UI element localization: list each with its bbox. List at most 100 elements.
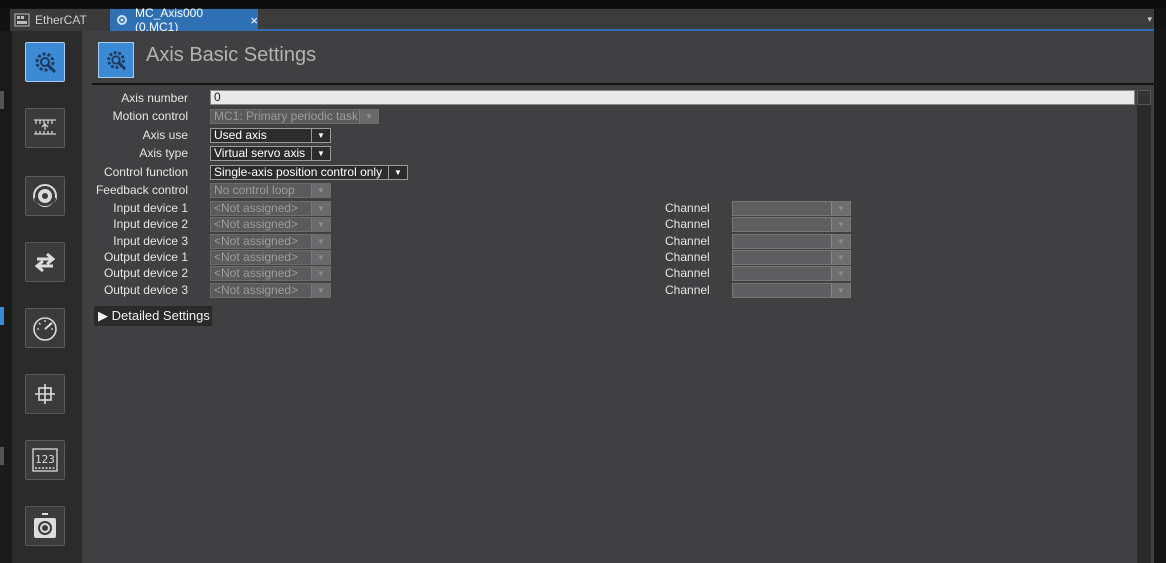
tab-label: EtherCAT bbox=[35, 13, 87, 27]
combo-value bbox=[733, 284, 831, 297]
combo-value: Virtual servo axis bbox=[214, 147, 306, 160]
axis-basic-settings-button[interactable] bbox=[25, 42, 65, 82]
output-device-1-select: <Not assigned> ▼ bbox=[210, 250, 331, 265]
chevron-down-icon[interactable]: ▼ bbox=[311, 129, 330, 142]
input-device-2-label: Input device 2 bbox=[113, 217, 188, 231]
right-edge-panel bbox=[1154, 31, 1166, 563]
other-operation-icon bbox=[34, 252, 56, 273]
position-count-settings-button[interactable] bbox=[25, 374, 65, 414]
combo-value: <Not assigned> bbox=[214, 235, 299, 248]
combo-value: <Not assigned> bbox=[214, 284, 299, 297]
settings-category-rail: 123 bbox=[12, 31, 82, 563]
axis-gear-icon bbox=[114, 13, 130, 27]
axis-settings-icon bbox=[35, 52, 57, 74]
axis-settings-header-icon bbox=[98, 42, 134, 78]
input-device-1-select: <Not assigned> ▼ bbox=[210, 201, 331, 216]
output-device-2-select: <Not assigned> ▼ bbox=[210, 266, 331, 281]
combo-value bbox=[733, 202, 831, 215]
input-device-2-select: <Not assigned> ▼ bbox=[210, 217, 331, 232]
input-device-2-channel-select: ▼ bbox=[732, 217, 851, 232]
axis-settings-panel: Axis Basic Settings Axis number 0 Motion… bbox=[82, 31, 1154, 563]
output-device-1-label: Output device 1 bbox=[103, 250, 188, 264]
chevron-down-icon[interactable]: ▼ bbox=[388, 166, 407, 179]
input-device-1-channel-label: Channel bbox=[665, 201, 710, 215]
chevron-down-icon: ▼ bbox=[311, 251, 330, 264]
output-device-3-channel-label: Channel bbox=[665, 283, 710, 297]
chevron-down-icon: ▼ bbox=[831, 267, 850, 280]
motion-control-select: MC1: Primary periodic task ▼ bbox=[210, 109, 379, 124]
combo-value bbox=[733, 218, 831, 231]
input-device-3-label: Input device 3 bbox=[113, 234, 188, 248]
control-function-select[interactable]: Single-axis position control only ▼ bbox=[210, 165, 408, 180]
document-tab-bar: EtherCAT MC_Axis000 (0,MC1) × ▾ bbox=[0, 0, 1166, 34]
motion-control-label: Motion control bbox=[112, 109, 188, 123]
operation-settings-button[interactable] bbox=[25, 176, 65, 216]
svg-text:123: 123 bbox=[35, 453, 55, 466]
combo-value bbox=[733, 267, 831, 280]
limit-settings-button[interactable] bbox=[25, 308, 65, 348]
chevron-down-icon: ▼ bbox=[311, 218, 330, 231]
combo-value: MC1: Primary periodic task bbox=[214, 110, 359, 123]
output-device-3-label: Output device 3 bbox=[103, 283, 188, 297]
scrollbar-up-button[interactable] bbox=[1137, 90, 1151, 105]
chevron-down-icon: ▼ bbox=[311, 202, 330, 215]
other-operation-settings-button[interactable] bbox=[25, 242, 65, 282]
output-device-2-channel-label: Channel bbox=[665, 266, 710, 280]
input-device-2-channel-label: Channel bbox=[665, 217, 710, 231]
combo-value bbox=[733, 251, 831, 264]
output-device-1-channel-label: Channel bbox=[665, 250, 710, 264]
limit-settings-icon bbox=[33, 317, 57, 341]
output-device-3-select: <Not assigned> ▼ bbox=[210, 283, 331, 298]
close-icon[interactable]: × bbox=[250, 13, 258, 28]
tab-strip-background bbox=[258, 9, 1154, 31]
feedback-control-select: No control loop ▼ bbox=[210, 183, 331, 198]
tab-ethercat[interactable]: EtherCAT bbox=[10, 9, 110, 31]
axis-number-label: Axis number bbox=[121, 91, 188, 105]
vertical-scrollbar[interactable] bbox=[1137, 105, 1151, 563]
combo-value: Single-axis position control only bbox=[214, 166, 383, 179]
ethercat-icon bbox=[14, 13, 30, 27]
tab-list-dropdown-icon[interactable]: ▾ bbox=[1147, 14, 1152, 25]
combo-value: Used axis bbox=[214, 129, 267, 142]
position-count-icon bbox=[35, 384, 55, 404]
input-device-3-select: <Not assigned> ▼ bbox=[210, 234, 331, 249]
edge-marker bbox=[0, 91, 4, 109]
chevron-down-icon: ▼ bbox=[831, 284, 850, 297]
control-function-label: Control function bbox=[103, 165, 188, 179]
operation-settings-icon bbox=[33, 184, 57, 209]
tab-mc-axis000[interactable]: MC_Axis000 (0,MC1) × bbox=[110, 6, 258, 34]
output-device-1-channel-select: ▼ bbox=[732, 250, 851, 265]
page-title: Axis Basic Settings bbox=[146, 44, 317, 66]
chevron-down-icon: ▼ bbox=[311, 267, 330, 280]
title-divider bbox=[92, 83, 1154, 85]
axis-number-input[interactable]: 0 bbox=[210, 90, 1135, 105]
axis-use-label: Axis use bbox=[142, 128, 188, 142]
axis-type-label: Axis type bbox=[139, 146, 188, 160]
input-device-3-channel-select: ▼ bbox=[732, 234, 851, 249]
output-device-2-label: Output device 2 bbox=[103, 266, 188, 280]
chevron-down-icon[interactable]: ▼ bbox=[311, 147, 330, 160]
combo-value: <Not assigned> bbox=[214, 251, 299, 264]
input-device-1-label: Input device 1 bbox=[113, 201, 188, 215]
chevron-down-icon: ▼ bbox=[311, 235, 330, 248]
left-edge-panel bbox=[0, 31, 12, 563]
servo-drive-icon: 123 bbox=[32, 448, 58, 472]
chevron-down-icon: ▼ bbox=[359, 110, 378, 123]
edge-marker bbox=[0, 307, 4, 325]
edge-marker bbox=[0, 447, 4, 465]
servo-drive-settings-button[interactable]: 123 bbox=[25, 440, 65, 480]
axis-use-select[interactable]: Used axis ▼ bbox=[210, 128, 331, 143]
feedback-control-label: Feedback control bbox=[95, 183, 188, 197]
unit-conversion-button[interactable] bbox=[25, 108, 65, 148]
combo-value: <Not assigned> bbox=[214, 202, 299, 215]
chevron-down-icon: ▼ bbox=[311, 284, 330, 297]
chevron-down-icon: ▼ bbox=[831, 235, 850, 248]
detailed-settings-expander[interactable]: ▶ Detailed Settings bbox=[94, 306, 212, 326]
input-device-1-channel-select: ▼ bbox=[732, 201, 851, 216]
homing-settings-button[interactable] bbox=[25, 506, 65, 546]
combo-value: <Not assigned> bbox=[214, 218, 299, 231]
combo-value bbox=[733, 235, 831, 248]
combo-value: No control loop bbox=[214, 184, 295, 197]
homing-icon bbox=[34, 513, 56, 538]
axis-type-select[interactable]: Virtual servo axis ▼ bbox=[210, 146, 331, 161]
